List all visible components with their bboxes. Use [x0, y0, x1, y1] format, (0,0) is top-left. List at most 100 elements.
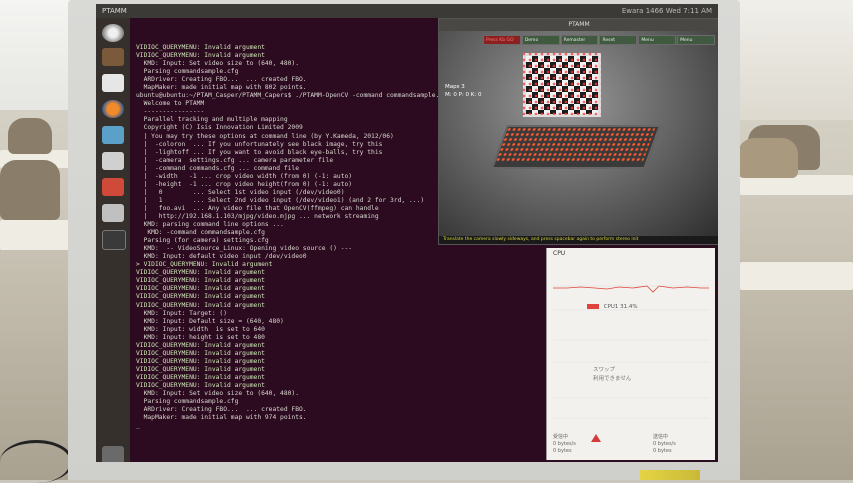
terminal-line: | 0 ... Select 1st video input (/dev/vid…	[136, 188, 345, 196]
terminal-line: VIDIOC_QUERYMENU: Invalid argument	[136, 301, 265, 309]
terminal-line: ----------------	[136, 108, 205, 116]
terminal-line: KMD: Input: Target: ()	[136, 309, 227, 317]
terminal-line: > VIDIOC_QUERYMENU: Invalid argument	[136, 261, 273, 269]
system-monitor-icon[interactable]	[102, 152, 124, 170]
send-arrow-icon	[591, 434, 601, 442]
panel-status: Ewara 1466 Wed 7:11 AM	[621, 7, 712, 15]
menu-item[interactable]: Demo	[521, 35, 560, 45]
desk	[740, 262, 853, 290]
files-icon[interactable]	[102, 48, 124, 66]
terminal-line: KMD: Input: Set video size to (640, 480)…	[136, 390, 300, 398]
terminal-line: VIDIOC_QUERYMENU: Invalid argument	[136, 277, 265, 285]
terminal-line: | http://192.168.1.103/mjpg/video.mjpg .…	[136, 212, 379, 220]
tracking-message: Translate the camera slowly sideways, an…	[439, 236, 718, 244]
desk	[740, 175, 853, 195]
terminal-line: ARDriver: Creating FBO... ... created FB…	[136, 406, 307, 414]
terminal-line: | -coloron ... If you unfortunately see …	[136, 140, 383, 148]
terminal-line: VIDIOC_QUERYMENU: Invalid argument	[136, 44, 265, 51]
help-icon[interactable]	[102, 204, 124, 222]
chair	[738, 138, 798, 178]
writer-icon[interactable]	[102, 126, 124, 144]
ubuntu-top-panel: PTAMM Ewara 1466 Wed 7:11 AM	[96, 4, 718, 18]
terminal-line: KMD: -- VideoSource_Linux: Opening video…	[136, 245, 353, 253]
terminal-line: ARDriver: Creating FBO... ... created FB…	[136, 76, 307, 84]
sysmon-header: CPU	[553, 250, 566, 257]
swap-status: 利用できません	[593, 376, 632, 382]
panel-title: PTAMM	[102, 7, 127, 15]
terminal-line: KMD: Input: Set video size to (640, 480)…	[136, 60, 300, 68]
network-graph	[553, 397, 709, 419]
terminal-line: VIDIOC_QUERYMENU: Invalid argument	[136, 293, 265, 301]
terminal-line: VIDIOC_QUERYMENU: Invalid argument	[136, 357, 265, 365]
net-send-value: 0 bytes/s	[653, 441, 676, 447]
menu-item[interactable]: Reset	[599, 35, 638, 45]
menu-item[interactable]: Menu	[677, 35, 715, 45]
terminal-line: Welcome to PTAMM	[136, 100, 205, 108]
laptop-screen: PTAMM Ewara 1466 Wed 7:11 AM VIDIOC_QUER…	[96, 4, 718, 466]
terminal-icon[interactable]	[102, 74, 124, 92]
desk	[0, 220, 75, 250]
cpu-legend: CPU1 31.4%	[587, 304, 638, 310]
software-center-icon[interactable]	[102, 178, 124, 196]
terminal-line: MapMaker: made initial map with 802 poin…	[136, 84, 307, 92]
terminal-line: KMD: Input: Default size = (640, 480)	[136, 317, 284, 325]
terminal-line: Parsing commandsample.cfg	[136, 398, 239, 406]
ptamm-menu-bar: Press Kb GO Demo Remaster Reset Menu Men…	[483, 35, 715, 45]
dash-icon[interactable]	[102, 24, 124, 42]
terminal-line: | 1 ... Select 2nd video input (/dev/vid…	[136, 196, 425, 204]
system-monitor-window[interactable]: CPU CPU1 31.4% スワップ 利用できません 受信中 0 bytes/…	[546, 248, 715, 460]
feature-points	[521, 51, 601, 115]
ptamm-window[interactable]: PTAMM Press Kb GO Demo Remaster Reset Me…	[438, 18, 718, 245]
terminal-line: VIDIOC_QUERYMENU: Invalid argument	[136, 373, 265, 381]
terminal-line: KMD: Input: width is set to 640	[136, 325, 265, 333]
camera-view: Press Kb GO Demo Remaster Reset Menu Men…	[439, 31, 718, 236]
terminal-line: VIDIOC_QUERYMENU: Invalid argument	[136, 52, 265, 60]
terminal-line: | -camera settings.cfg ... camera parame…	[136, 156, 334, 164]
firefox-icon[interactable]	[102, 100, 124, 118]
net-receive-label: 受信中	[553, 434, 569, 440]
unity-launcher	[96, 18, 130, 466]
menu-item[interactable]: Menu	[638, 35, 677, 45]
terminal-line: | foo.avi ... Any video file that OpenCV…	[136, 204, 379, 212]
menu-item[interactable]: Remaster	[560, 35, 599, 45]
terminal-line: MapMaker: made initial map with 974 poin…	[136, 414, 307, 422]
maps-stats: M: 0 P: 0 K: 0	[445, 92, 482, 98]
ptamm-title: PTAMM	[439, 19, 718, 31]
window-left	[0, 0, 70, 110]
terminal-line: VIDIOC_QUERYMENU: Invalid argument	[136, 341, 265, 349]
maps-count: Maps 3	[445, 84, 465, 90]
laptop-sticker	[640, 470, 700, 480]
terminal-line: | -command commands.cfg ... command file	[136, 164, 300, 172]
menu-item[interactable]: Press Kb GO	[483, 35, 521, 45]
terminal-line: Parallel tracking and multiple mapping	[136, 116, 288, 124]
chair	[0, 160, 60, 220]
terminal-line: | -lightoff ... If you want to avoid bla…	[136, 148, 383, 156]
terminal-line: KMD: parsing command line options ...	[136, 221, 284, 229]
terminal-line: VIDIOC_QUERYMENU: Invalid argument	[136, 269, 265, 277]
net-receive: 受信中 0 bytes/s 0 bytes	[553, 434, 576, 455]
terminal-line: | -width -1 ... crop video width (from 0…	[136, 172, 353, 180]
cable	[0, 440, 73, 483]
net-send: 送信中 0 bytes/s 0 bytes	[653, 434, 676, 455]
terminal-line: VIDIOC_QUERYMENU: Invalid argument	[136, 365, 265, 373]
net-receive-total: 0 bytes	[553, 448, 572, 454]
terminal-line: KMD: -command commandsample.cfg	[136, 229, 265, 237]
terminal-line: ubuntu@ubuntu:~/PTAM_Casper/PTAMM_Capers…	[136, 92, 451, 100]
terminal-line: Parsing commandsample.cfg	[136, 68, 239, 76]
terminal-line: VIDIOC_QUERYMENU: Invalid argument	[136, 349, 265, 357]
cpu-graph	[553, 285, 709, 311]
terminal-line: VIDIOC_QUERYMENU: Invalid argument	[136, 381, 265, 389]
terminal-line: Copyright (C) Isis Innovation Limited 20…	[136, 124, 303, 132]
workspaces-icon[interactable]	[102, 230, 126, 250]
terminal-line: | -height -1 ... crop video height(from …	[136, 180, 353, 188]
terminal-line: _	[136, 422, 140, 430]
terminal-line: KMD: Input: default video input /dev/vid…	[136, 253, 307, 261]
swap-label: スワップ	[593, 367, 616, 373]
terminal-line: KMD: Input: height is set to 480	[136, 333, 265, 341]
terminal-line: Parsing (for camera) settings.cfg	[136, 237, 269, 245]
net-send-total: 0 bytes	[653, 448, 672, 454]
net-receive-value: 0 bytes/s	[553, 441, 576, 447]
cpu-legend-text: CPU1 31.4%	[603, 304, 638, 310]
net-send-label: 送信中	[653, 434, 669, 440]
terminal-output: VIDIOC_QUERYMENU: Invalid argument VIDIOC…	[136, 44, 451, 430]
